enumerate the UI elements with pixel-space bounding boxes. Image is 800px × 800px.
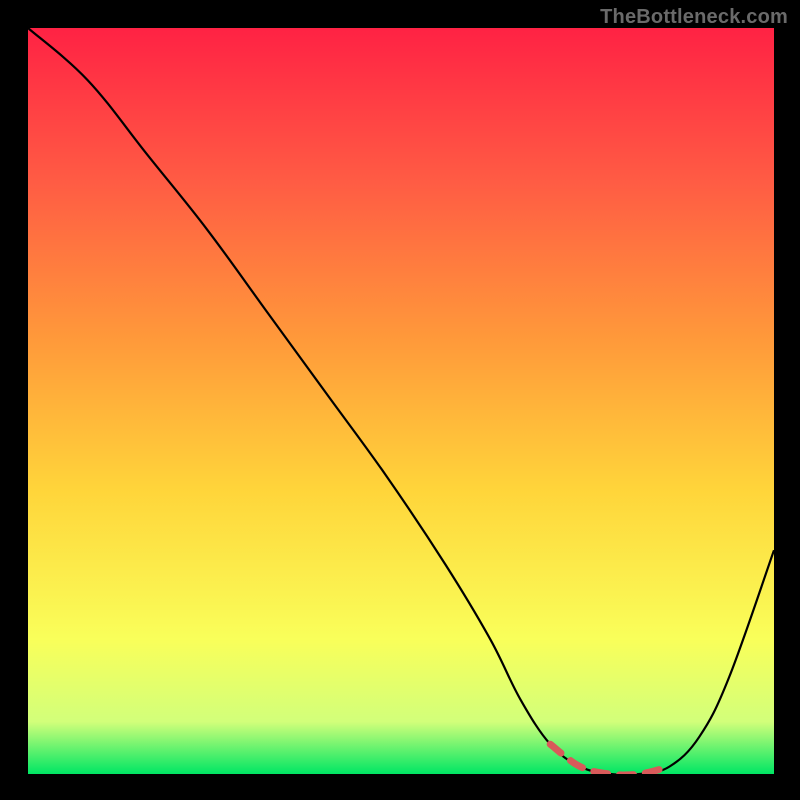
watermark-text: TheBottleneck.com bbox=[600, 6, 788, 29]
chart-svg bbox=[28, 28, 774, 774]
plot-area bbox=[28, 28, 774, 774]
gradient-background bbox=[28, 28, 774, 774]
chart-container: TheBottleneck.com bbox=[0, 0, 800, 800]
